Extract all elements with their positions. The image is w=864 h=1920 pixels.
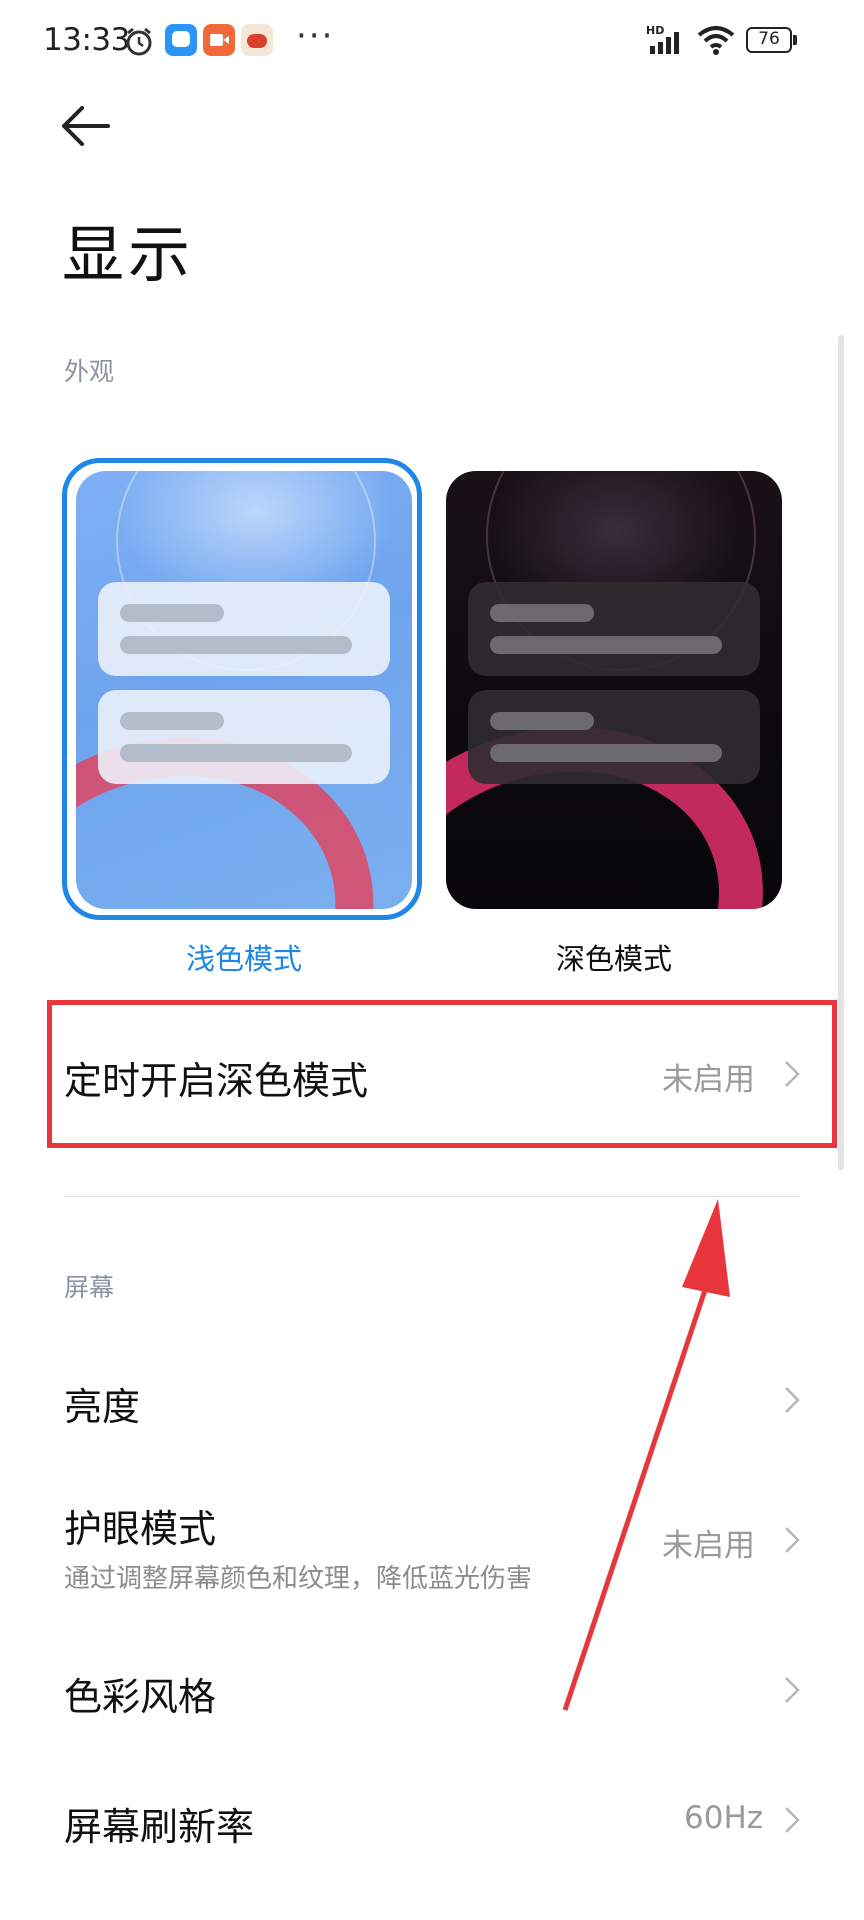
refresh-rate-value: 60Hz: [684, 1800, 764, 1836]
appearance-section-label: 外观: [64, 357, 115, 386]
signal-icon: [650, 32, 679, 54]
battery-level: 76: [758, 29, 780, 49]
dark-notification-card-1: [468, 582, 760, 676]
status-time: 13:33: [43, 22, 130, 58]
alarm-icon: [126, 27, 152, 56]
brightness-title: 亮度: [64, 1385, 141, 1429]
video-app-icon: [203, 24, 235, 56]
screen-section-label: 屏幕: [64, 1273, 115, 1302]
refresh-rate-title: 屏幕刷新率: [64, 1805, 255, 1849]
chevron-right-icon: [785, 1527, 800, 1553]
light-mode-preview[interactable]: [76, 471, 412, 909]
refresh-rate-row[interactable]: 屏幕刷新率 60Hz: [0, 1758, 864, 1878]
dark-mode-preview[interactable]: [446, 471, 782, 909]
wifi-icon: [697, 26, 735, 55]
dark-mode-label[interactable]: 深色模式: [446, 936, 782, 978]
chevron-right-icon: [785, 1807, 800, 1833]
message-app-icon: [165, 24, 197, 56]
chevron-right-icon: [785, 1387, 800, 1413]
battery-tip: [793, 35, 797, 45]
light-mode-label[interactable]: 浅色模式: [76, 936, 412, 978]
page-title: 显示: [62, 218, 195, 291]
news-app-icon: [241, 24, 273, 56]
dark-notification-card-2: [468, 690, 760, 784]
light-notification-card-1: [98, 582, 390, 676]
color-style-title: 色彩风格: [64, 1675, 217, 1719]
more-notifications-icon: ···: [296, 16, 335, 56]
chevron-right-icon: [785, 1677, 800, 1703]
battery-icon: 76: [746, 27, 792, 53]
eye-care-title: 护眼模式: [64, 1507, 217, 1551]
eye-care-subtitle: 通过调整屏幕颜色和纹理，降低蓝光伤害: [64, 1564, 533, 1594]
back-arrow-icon[interactable]: [60, 104, 110, 148]
light-notification-card-2: [98, 690, 390, 784]
scrollbar[interactable]: [838, 335, 844, 1170]
annotation-arrow: [562, 1199, 730, 1711]
annotation-highlight-box: [47, 1000, 837, 1148]
